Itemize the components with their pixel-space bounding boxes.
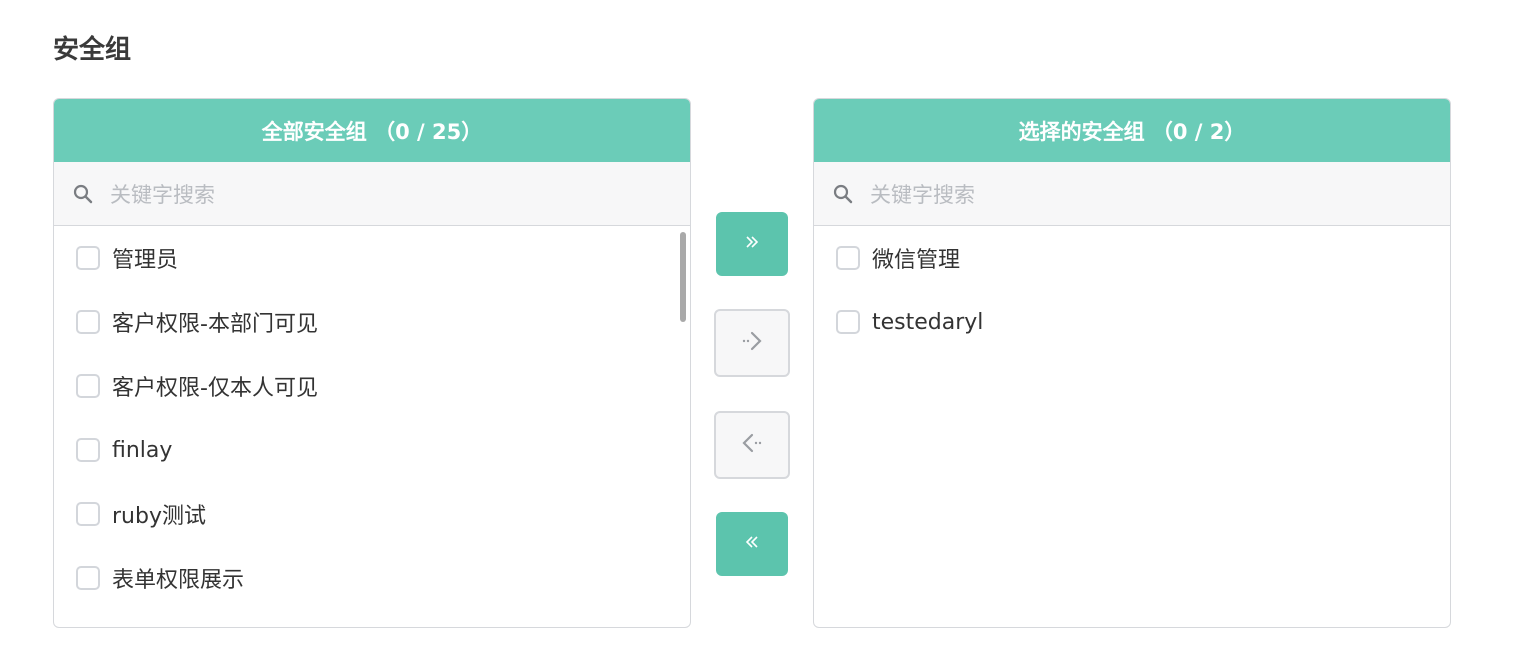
item-label: 表单权限展示 bbox=[112, 568, 245, 593]
checkbox[interactable] bbox=[76, 310, 100, 334]
list-item[interactable]: testedaryl bbox=[814, 290, 1450, 354]
checkbox[interactable] bbox=[836, 310, 860, 334]
list-item[interactable]: ruby测试 bbox=[54, 482, 690, 546]
all-security-groups-panel: 全部安全组 （0 / 25） 关键字搜索 管理员 客户权限-本部门可见 客户权限… bbox=[53, 98, 691, 628]
list-item[interactable]: 微信管理 bbox=[814, 226, 1450, 290]
double-chevron-right-icon bbox=[743, 233, 761, 255]
all-groups-list[interactable]: 管理员 客户权限-本部门可见 客户权限-仅本人可见 finlay ruby测试 … bbox=[54, 226, 690, 610]
move-right-button[interactable] bbox=[714, 309, 790, 377]
dotted-chevron-left-icon bbox=[738, 429, 766, 461]
checkbox[interactable] bbox=[76, 502, 100, 526]
list-item[interactable]: 客户权限-仅本人可见 bbox=[54, 354, 690, 418]
checkbox[interactable] bbox=[76, 566, 100, 590]
move-all-right-button[interactable] bbox=[716, 212, 788, 276]
search-bar-selected[interactable]: 关键字搜索 bbox=[814, 162, 1450, 226]
panel-header-all: 全部安全组 （0 / 25） bbox=[54, 99, 690, 162]
item-label: testedaryl bbox=[872, 309, 984, 335]
selected-security-groups-panel: 选择的安全组 （0 / 2） 关键字搜索 微信管理 testedaryl bbox=[813, 98, 1451, 628]
list-item[interactable]: 管理员 bbox=[54, 226, 690, 290]
item-label: 管理员 bbox=[112, 248, 179, 273]
checkbox[interactable] bbox=[76, 374, 100, 398]
checkbox[interactable] bbox=[76, 438, 100, 462]
search-icon bbox=[72, 182, 96, 206]
search-icon bbox=[832, 182, 856, 206]
checkbox[interactable] bbox=[836, 246, 860, 270]
dotted-chevron-right-icon bbox=[738, 327, 766, 359]
move-all-left-button[interactable] bbox=[716, 512, 788, 576]
list-item[interactable]: finlay bbox=[54, 418, 690, 482]
section-title: 安全组 bbox=[53, 35, 132, 65]
search-input[interactable]: 关键字搜索 bbox=[110, 179, 215, 209]
list-item[interactable]: 表单权限展示 bbox=[54, 546, 690, 610]
selected-groups-list[interactable]: 微信管理 testedaryl bbox=[814, 226, 1450, 354]
list-item[interactable]: 客户权限-本部门可见 bbox=[54, 290, 690, 354]
scrollbar[interactable] bbox=[680, 232, 686, 322]
item-label: finlay bbox=[112, 437, 173, 463]
item-label: 客户权限-本部门可见 bbox=[112, 312, 318, 337]
search-input[interactable]: 关键字搜索 bbox=[870, 179, 975, 209]
item-label: ruby测试 bbox=[112, 504, 206, 529]
panel-header-selected: 选择的安全组 （0 / 2） bbox=[814, 99, 1450, 162]
search-bar-all[interactable]: 关键字搜索 bbox=[54, 162, 690, 226]
checkbox[interactable] bbox=[76, 246, 100, 270]
double-chevron-left-icon bbox=[743, 533, 761, 555]
item-label: 客户权限-仅本人可见 bbox=[112, 376, 318, 401]
move-left-button[interactable] bbox=[714, 411, 790, 479]
item-label: 微信管理 bbox=[872, 248, 961, 273]
